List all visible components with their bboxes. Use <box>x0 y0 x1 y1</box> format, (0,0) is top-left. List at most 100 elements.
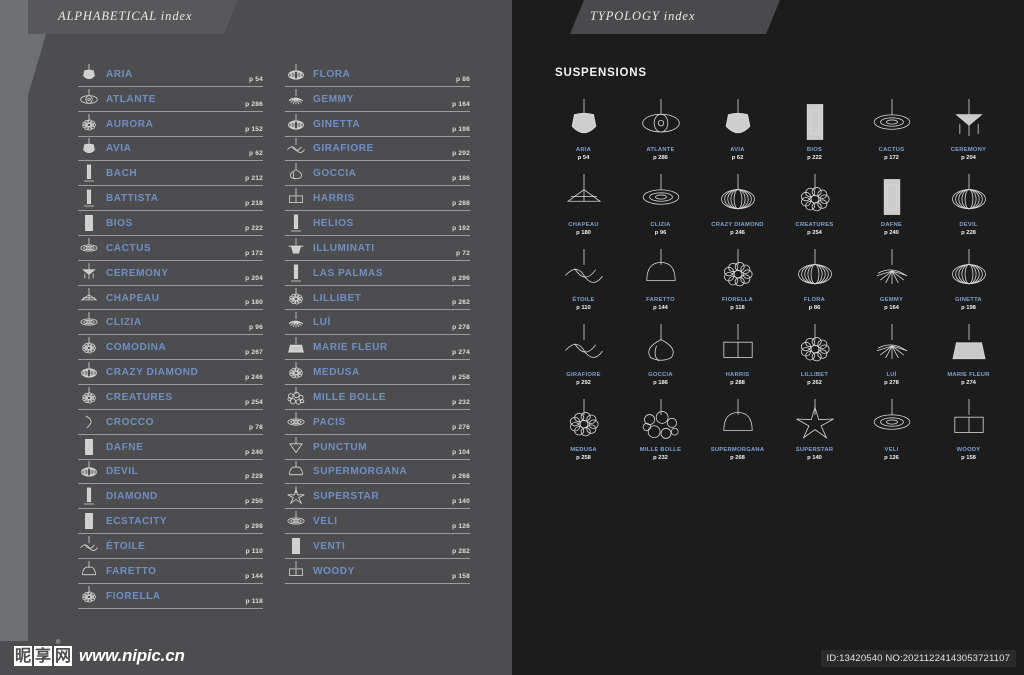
index-entry[interactable]: BACH p 212 <box>78 161 263 187</box>
index-entry[interactable]: CRAZY DIAMOND p 246 <box>78 360 263 385</box>
typology-grid-item[interactable]: DEVIL p 228 <box>930 171 1007 246</box>
index-entry[interactable]: WOODY p 158 <box>285 559 470 584</box>
typology-grid-item[interactable]: GINETTA p 198 <box>930 246 1007 321</box>
typology-grid-item[interactable]: SUPERMORGANA p 268 <box>699 396 776 471</box>
index-entry[interactable]: LAS PALMAS p 296 <box>285 261 470 286</box>
typology-grid-item[interactable]: CEREMONY p 204 <box>930 96 1007 171</box>
typology-grid-item[interactable]: SUPERSTAR p 140 <box>776 396 853 471</box>
index-entry-page: p 212 <box>245 175 263 183</box>
index-entry[interactable]: DEVIL p 228 <box>78 460 263 485</box>
index-entry[interactable]: CLIZIA p 96 <box>78 310 263 336</box>
typology-grid-item[interactable]: MILLE BOLLE p 232 <box>622 396 699 471</box>
typology-item-name: HARRIS <box>725 372 750 378</box>
index-entry[interactable]: GIRAFIORE p 292 <box>285 137 470 162</box>
typology-grid-item[interactable]: CLIZIA p 96 <box>622 171 699 246</box>
index-entry[interactable]: SUPERMORGANA p 268 <box>285 460 470 485</box>
index-entry[interactable]: HELIOS p 192 <box>285 211 470 236</box>
typology-item-page: p 180 <box>576 230 591 236</box>
typology-grid-item[interactable]: GOCCIA p 186 <box>622 321 699 396</box>
typology-grid-item[interactable]: VELI p 126 <box>853 396 930 471</box>
index-entry[interactable]: LUÌ p 278 <box>285 310 470 336</box>
typology-grid-item[interactable]: GEMMY p 164 <box>853 246 930 321</box>
index-entry[interactable]: PACIS p 276 <box>285 410 470 435</box>
typology-grid-item[interactable]: MARIE FLEUR p 274 <box>930 321 1007 396</box>
index-entry[interactable]: CROCCO p 78 <box>78 410 263 435</box>
index-entry-page: p 198 <box>452 125 470 133</box>
index-entry[interactable]: SUPERSTAR p 140 <box>285 484 470 510</box>
index-entry[interactable]: ÉTOILE p 110 <box>78 534 263 559</box>
index-entry[interactable]: BIOS p 222 <box>78 211 263 236</box>
typology-item-name: DAFNE <box>880 222 903 228</box>
index-entry[interactable]: CREATURES p 254 <box>78 385 263 410</box>
floor-las-palmas-icon <box>285 262 307 284</box>
index-entry[interactable]: MILLE BOLLE p 232 <box>285 385 470 410</box>
watermark-logo: 昵 享 网 ® <box>14 640 73 666</box>
index-entry[interactable]: BATTISTA p 218 <box>78 186 263 212</box>
typology-grid-item[interactable]: MEDUSA p 258 <box>545 396 622 471</box>
pendant-illuminati-icon <box>285 237 307 259</box>
index-entry[interactable]: COMODINA p 267 <box>78 335 263 361</box>
typology-item-name: GOCCIA <box>648 372 673 378</box>
index-entry[interactable]: DAFNE p 240 <box>78 435 263 460</box>
index-entry[interactable]: AURORA p 152 <box>78 112 263 137</box>
footer-bar: 昵 享 网 ® www.nipic.cn ID:13420540 NO:2021… <box>0 640 1024 675</box>
index-entry[interactable]: LILLIBET p 262 <box>285 286 470 311</box>
index-entry-page: p 204 <box>245 274 263 282</box>
index-entry[interactable]: VELI p 126 <box>285 509 470 535</box>
index-entry-page: p 186 <box>452 175 470 183</box>
index-entry[interactable]: ARIA p 54 <box>78 62 263 87</box>
index-entry[interactable]: ECSTACITY p 298 <box>78 509 263 535</box>
index-entry[interactable]: AVIA p 62 <box>78 137 263 162</box>
typology-grid-item[interactable]: DAFNE p 240 <box>853 171 930 246</box>
typology-grid-item[interactable]: GIRAFIORE p 292 <box>545 321 622 396</box>
index-entry-name: MARIE FLEUR <box>313 341 388 354</box>
pendant-marie-fleur-icon <box>285 336 307 358</box>
typology-grid-item[interactable]: ARIA p 54 <box>545 96 622 171</box>
typology-grid-item[interactable]: LUÌ p 278 <box>853 321 930 396</box>
index-entry[interactable]: DIAMOND p 250 <box>78 484 263 510</box>
typology-grid-item[interactable]: CHAPEAU p 180 <box>545 171 622 246</box>
typology-grid-item[interactable]: HARRIS p 288 <box>699 321 776 396</box>
index-entry[interactable]: ATLANTE p 286 <box>78 87 263 112</box>
pendant-aria-icon <box>562 98 606 146</box>
typology-grid-item[interactable]: BIOS p 222 <box>776 96 853 171</box>
typology-grid-item[interactable]: CRAZY DIAMOND p 246 <box>699 171 776 246</box>
index-entry[interactable]: GINETTA p 198 <box>285 112 470 137</box>
index-entry[interactable]: CHAPEAU p 180 <box>78 286 263 311</box>
typology-item-name: SUPERMORGANA <box>710 447 765 453</box>
typology-grid-item[interactable]: ATLANTE p 286 <box>622 96 699 171</box>
typology-grid-item[interactable]: CACTUS p 172 <box>853 96 930 171</box>
index-entry-name: LAS PALMAS <box>313 266 384 279</box>
index-entry[interactable]: CACTUS p 172 <box>78 236 263 261</box>
typology-item-page: p 110 <box>576 305 591 311</box>
index-entry[interactable]: PUNCTUM p 104 <box>285 435 470 460</box>
index-entry[interactable]: VENTI p 282 <box>285 534 470 559</box>
index-entry[interactable]: FARETTO p 144 <box>78 559 263 584</box>
index-entry[interactable]: FIORELLA p 118 <box>78 584 263 609</box>
typology-grid-item[interactable]: FLORA p 86 <box>776 246 853 321</box>
typology-grid-item[interactable]: ÉTOILE p 110 <box>545 246 622 321</box>
pendant-bios-icon <box>793 98 837 146</box>
typology-item-page: p 62 <box>731 155 744 161</box>
typology-grid-item[interactable]: FIORELLA p 118 <box>699 246 776 321</box>
index-entry[interactable]: HARRIS p 288 <box>285 186 470 212</box>
typology-item-name: CREATURES <box>795 222 834 228</box>
index-entry[interactable]: CEREMONY p 204 <box>78 261 263 286</box>
index-entry-name: WOODY <box>313 564 355 577</box>
index-entry[interactable]: MEDUSA p 258 <box>285 360 470 385</box>
typology-grid-item[interactable]: LILLIBET p 262 <box>776 321 853 396</box>
index-entry[interactable]: GEMMY p 164 <box>285 87 470 112</box>
index-entry[interactable]: GOCCIA p 186 <box>285 161 470 187</box>
index-entry-page: p 218 <box>245 200 263 208</box>
index-entry[interactable]: FLORA p 86 <box>285 62 470 87</box>
typology-grid-item[interactable]: WOODY p 158 <box>930 396 1007 471</box>
alphabetical-column-1: ARIA p 54 ATLANTE p 286 AURORA p 152 AVIA p 62 B… <box>78 62 263 609</box>
index-entry[interactable]: ILLUMINATI p 72 <box>285 236 470 261</box>
typology-grid: ARIA p 54 ATLANTE p 286 AVIA p 62 BIOS p 222 CAC… <box>545 96 1007 471</box>
typology-grid-item[interactable]: FARETTO p 144 <box>622 246 699 321</box>
typology-grid-item[interactable]: AVIA p 62 <box>699 96 776 171</box>
typology-item-page: p 144 <box>653 305 668 311</box>
typology-grid-item[interactable]: CREATURES p 254 <box>776 171 853 246</box>
index-entry[interactable]: MARIE FLEUR p 274 <box>285 335 470 361</box>
typology-item-page: p 158 <box>961 455 976 461</box>
